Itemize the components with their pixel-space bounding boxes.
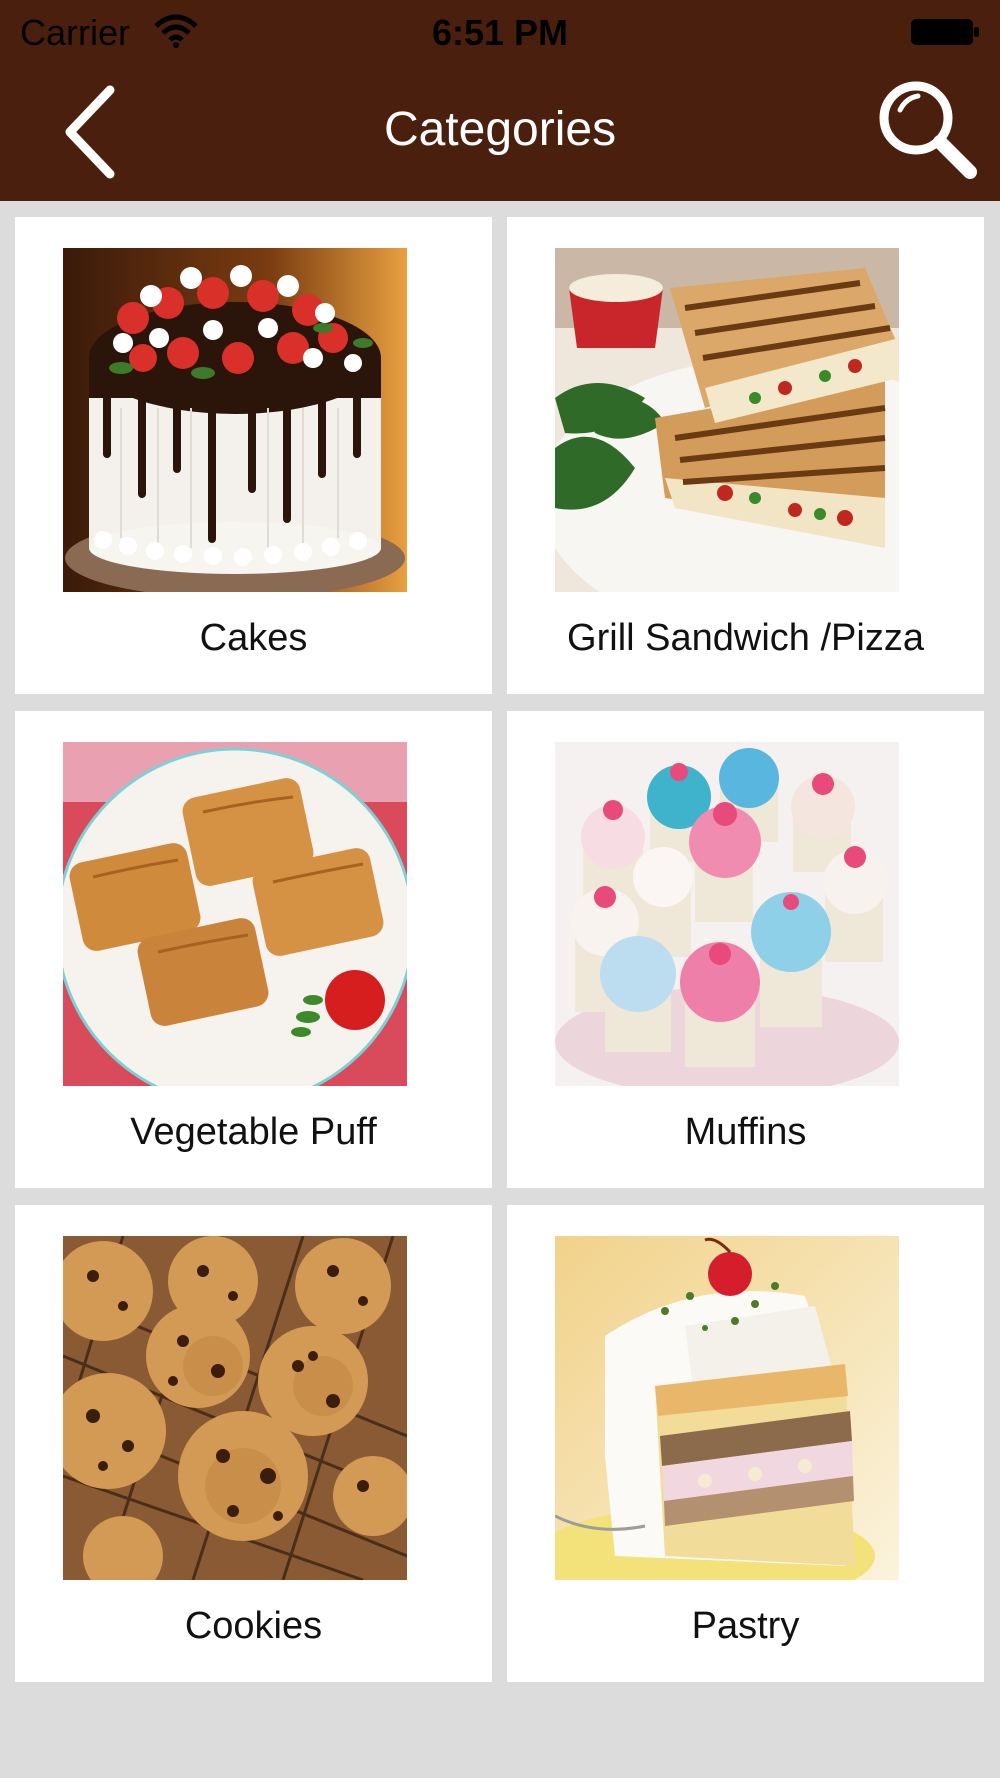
decorated-muffins-image (555, 742, 899, 1086)
category-card-muffins[interactable]: Muffins (507, 711, 984, 1188)
chocolate-chip-cookies-image (63, 1236, 407, 1580)
category-card-grill-sandwich-pizza[interactable]: Grill Sandwich /Pizza (507, 217, 984, 694)
category-card-pastry[interactable]: Pastry (507, 1205, 984, 1682)
clock: 6:51 PM (431, 12, 569, 53)
status-bar: Carrier 6:51 PM (0, 0, 1000, 68)
category-label: Cookies (184, 1605, 323, 1647)
vegetable-puff-image (63, 742, 407, 1086)
chocolate-strawberry-cake-image (63, 248, 407, 592)
category-label: Muffins (684, 1111, 807, 1153)
layered-pastry-image (555, 1236, 899, 1580)
category-label: Pastry (691, 1605, 800, 1647)
top-bar: Carrier 6:51 PM Categories (0, 0, 1000, 201)
search-icon[interactable] (872, 76, 982, 186)
grilled-sandwich-image (555, 248, 899, 592)
back-arrow-icon[interactable] (52, 82, 132, 182)
category-label: Cakes (199, 617, 308, 659)
category-label: Grill Sandwich /Pizza (567, 617, 924, 659)
category-label: Vegetable Puff (130, 1111, 377, 1153)
page-title: Categories (383, 103, 617, 156)
category-card-vegetable-puff[interactable]: Vegetable Puff (15, 711, 492, 1188)
battery-icon (911, 19, 979, 45)
navigation-bar: Categories (0, 68, 1000, 201)
category-card-cakes[interactable]: Cakes (15, 217, 492, 694)
category-card-cookies[interactable]: Cookies (15, 1205, 492, 1682)
